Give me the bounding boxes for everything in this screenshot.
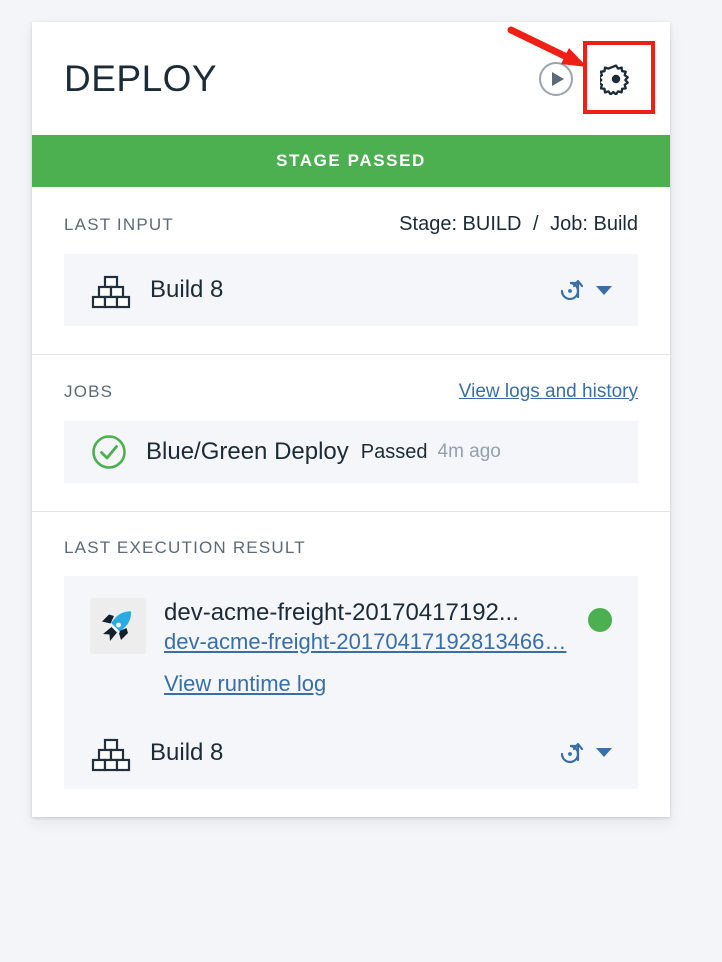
artifact-name: Build 8 xyxy=(150,276,224,303)
jobs-label: JOBS xyxy=(64,382,114,401)
rocket-icon xyxy=(102,611,132,641)
last-input-source: Stage: BUILD / Job: Build xyxy=(399,213,638,236)
deployed-app-name: dev-acme-freight-20170417192... xyxy=(164,599,519,626)
deployed-app-url-link[interactable]: dev-acme-freight-20170417192813466… xyxy=(164,628,580,657)
last-input-section: LAST INPUT Stage: BUILD / Job: Build Bui… xyxy=(32,187,670,354)
app-status-dot xyxy=(588,608,612,632)
app-icon-tile xyxy=(90,598,146,654)
last-input-label: LAST INPUT xyxy=(64,215,174,234)
stage-settings-button[interactable] xyxy=(594,57,638,101)
page-title: DEPLOY xyxy=(64,58,218,99)
last-input-separator: / xyxy=(533,213,539,235)
last-input-header: LAST INPUT Stage: BUILD / Job: Build xyxy=(64,213,638,236)
build-blocks-icon-glyph xyxy=(91,738,131,771)
deployed-app-row[interactable]: dev-acme-freight-20170417192... dev-acme… xyxy=(64,576,638,717)
last-input-job: Job: Build xyxy=(550,213,638,235)
last-execution-panel: dev-acme-freight-20170417192... dev-acme… xyxy=(64,576,638,789)
artifact-name: Build 8 xyxy=(150,738,224,766)
last-execution-header: LAST EXECUTION RESULT xyxy=(64,538,638,558)
view-logs-and-history-link[interactable]: View logs and history xyxy=(459,381,638,403)
job-name: Blue/Green Deploy xyxy=(146,438,349,465)
deploy-stage-card: DEPLOY STAGE PASSED LAST INPUT Stage: BU… xyxy=(32,22,670,817)
job-row[interactable]: Blue/Green Deploy Passed 4m ago xyxy=(64,421,638,483)
deployed-app-details: dev-acme-freight-20170417192... dev-acme… xyxy=(164,598,580,697)
promote-arrow-icon xyxy=(560,279,584,301)
job-status: Passed xyxy=(360,440,428,463)
jobs-panel: Blue/Green Deploy Passed 4m ago xyxy=(64,421,638,483)
play-circle-icon xyxy=(539,61,573,96)
last-execution-label: LAST EXECUTION RESULT xyxy=(64,538,306,557)
status-badge: STAGE PASSED xyxy=(32,135,670,187)
gear-icon xyxy=(600,63,629,95)
last-execution-result-section: LAST EXECUTION RESULT dev-acme-freight-2… xyxy=(32,511,670,817)
check-circle-icon xyxy=(92,435,126,469)
page-root: DEPLOY STAGE PASSED LAST INPUT Stage: BU… xyxy=(0,0,722,962)
run-stage-button[interactable] xyxy=(538,61,574,97)
view-runtime-log-link[interactable]: View runtime log xyxy=(164,671,326,697)
jobs-header: JOBS View logs and history xyxy=(64,381,638,403)
promote-arrow-icon xyxy=(560,742,584,763)
build-blocks-icon xyxy=(90,732,132,774)
jobs-section: JOBS View logs and history Blue/Green De… xyxy=(32,354,670,511)
header-actions xyxy=(538,57,638,101)
build-blocks-icon xyxy=(90,269,132,311)
card-header: DEPLOY xyxy=(32,22,670,135)
job-timestamp: 4m ago xyxy=(437,441,501,462)
chevron-down-icon xyxy=(596,748,612,758)
last-input-panel: Build 8 xyxy=(64,254,638,326)
artifact-promote-button[interactable] xyxy=(558,275,612,305)
build-blocks-icon-glyph xyxy=(91,275,131,309)
artifact-row[interactable]: Build 8 xyxy=(64,254,638,326)
chevron-down-icon xyxy=(596,285,612,295)
artifact-row[interactable]: Build 8 xyxy=(64,717,638,789)
artifact-promote-button[interactable] xyxy=(558,738,612,768)
last-input-stage: Stage: BUILD xyxy=(399,213,522,235)
